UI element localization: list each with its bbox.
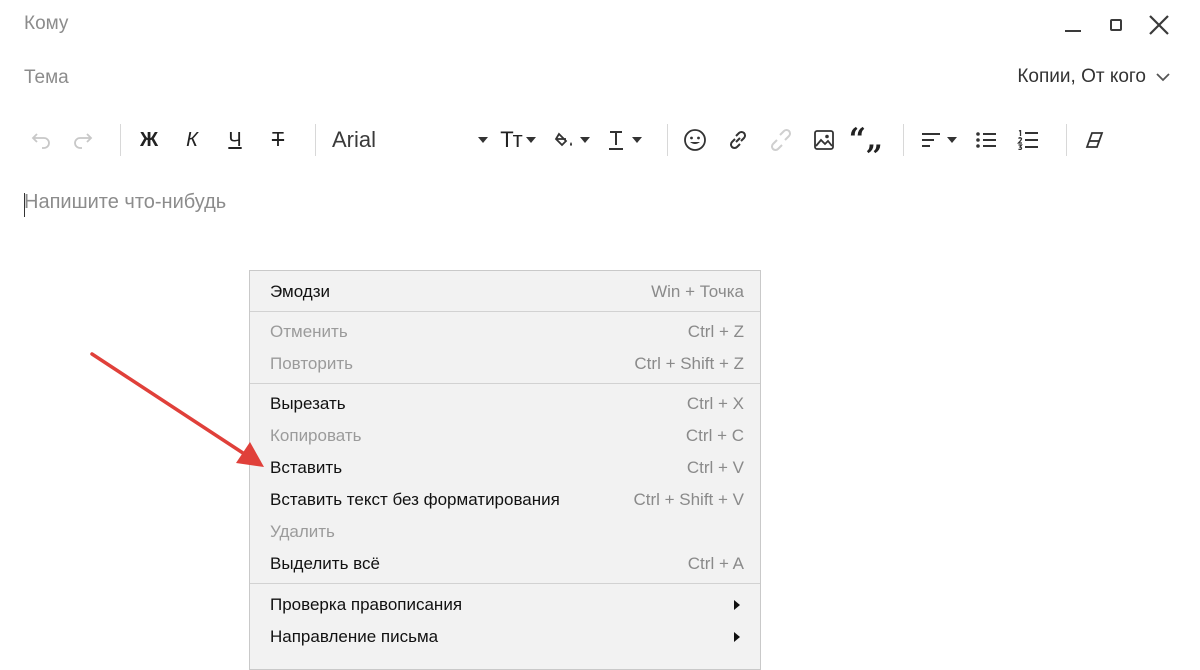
- context-menu: Эмодзи Win + Точка Отменить Ctrl + Z Пов…: [249, 270, 761, 670]
- submenu-arrow-icon: [734, 600, 740, 610]
- menu-item-shortcut: Win + Точка: [651, 282, 744, 301]
- insert-image-button[interactable]: [810, 118, 838, 162]
- toolbar-divider: [903, 124, 904, 156]
- link-icon: [729, 130, 747, 150]
- menu-item-copy[interactable]: Копировать Ctrl + C: [250, 420, 760, 452]
- emoji-icon: [684, 129, 706, 151]
- menu-item-writing-direction[interactable]: Направление письма: [250, 621, 760, 653]
- menu-item-shortcut: Ctrl + C: [685, 426, 744, 445]
- unlink-icon: [770, 128, 792, 152]
- numbered-list-icon: [1017, 130, 1038, 150]
- image-icon: [814, 130, 834, 150]
- chevron-down-icon: [947, 137, 957, 143]
- toolbar-divider: [1066, 124, 1067, 156]
- chevron-down-icon: [580, 137, 590, 143]
- menu-item-label: Удалить: [270, 522, 335, 541]
- menu-item-shortcut: Ctrl + X: [686, 394, 744, 413]
- menu-item-paste[interactable]: Вставить Ctrl + V: [250, 452, 760, 484]
- insert-link-button[interactable]: [724, 118, 752, 162]
- menu-item-label: Проверка правописания: [270, 595, 463, 614]
- font-family-select[interactable]: Arial: [332, 118, 488, 162]
- bullet-list-button[interactable]: [972, 118, 1000, 162]
- quote-button[interactable]: “„: [848, 118, 884, 162]
- menu-item-spellcheck[interactable]: Проверка правописания: [250, 589, 760, 621]
- bullet-list-icon: [976, 132, 996, 148]
- numbered-list-button[interactable]: [1014, 118, 1042, 162]
- menu-item-emoji[interactable]: Эмодзи Win + Точка: [250, 276, 760, 308]
- annotation-arrow-icon: [90, 352, 264, 467]
- close-icon: [1149, 15, 1169, 35]
- menu-item-redo[interactable]: Повторить Ctrl + Shift + Z: [250, 348, 760, 380]
- copies-from-label: Копии, От кого: [1017, 66, 1146, 87]
- align-button[interactable]: [918, 118, 960, 162]
- menu-item-paste-plain[interactable]: Вставить текст без форматирования Ctrl +…: [250, 484, 760, 516]
- close-button[interactable]: [1146, 10, 1172, 38]
- menu-item-select-all[interactable]: Выделить всё Ctrl + A: [250, 548, 760, 580]
- fill-color-button[interactable]: [552, 118, 592, 162]
- submenu-arrow-icon: [734, 632, 740, 642]
- menu-item-shortcut: Ctrl + Shift + Z: [634, 354, 744, 373]
- align-icon: [922, 133, 940, 147]
- minimize-button[interactable]: [1062, 10, 1084, 38]
- font-family-value: Arial: [332, 127, 377, 152]
- menu-item-delete[interactable]: Удалить: [250, 516, 760, 548]
- chevron-down-icon: [525, 137, 536, 143]
- chevron-down-icon: [1156, 73, 1170, 82]
- clear-format-button[interactable]: [1080, 118, 1108, 162]
- menu-item-label: Направление письма: [270, 627, 439, 646]
- menu-item-shortcut: Ctrl + A: [687, 554, 744, 573]
- menu-item-undo[interactable]: Отменить Ctrl + Z: [250, 316, 760, 348]
- chevron-down-icon: [632, 137, 642, 143]
- maximize-button[interactable]: [1104, 10, 1128, 38]
- menu-divider: [250, 383, 760, 384]
- toolbar-divider: [667, 124, 668, 156]
- font-size-icon: Тт: [500, 127, 522, 152]
- menu-item-label: Выделить всё: [270, 554, 380, 573]
- emoji-button[interactable]: [681, 118, 709, 162]
- text-color-button[interactable]: [604, 118, 646, 162]
- fill-color-icon: [554, 132, 572, 147]
- menu-item-shortcut: Ctrl + V: [686, 458, 744, 477]
- menu-item-shortcut: Ctrl + Shift + V: [633, 490, 744, 509]
- font-size-button[interactable]: Тт: [496, 118, 540, 162]
- quote-icon: “„: [848, 122, 884, 157]
- chevron-down-icon: [478, 137, 488, 143]
- remove-link-button[interactable]: [767, 118, 795, 162]
- text-color-icon: [609, 131, 623, 150]
- menu-item-cut[interactable]: Вырезать Ctrl + X: [250, 388, 760, 420]
- menu-item-label: Вставить текст без форматирования: [270, 490, 560, 509]
- menu-divider: [250, 311, 760, 312]
- clear-format-icon: [1085, 132, 1104, 148]
- toolbar-divider: [315, 124, 316, 156]
- copies-from-toggle[interactable]: Копии, От кого: [1017, 66, 1170, 88]
- menu-item-shortcut: Ctrl + Z: [687, 322, 744, 341]
- menu-divider: [250, 583, 760, 584]
